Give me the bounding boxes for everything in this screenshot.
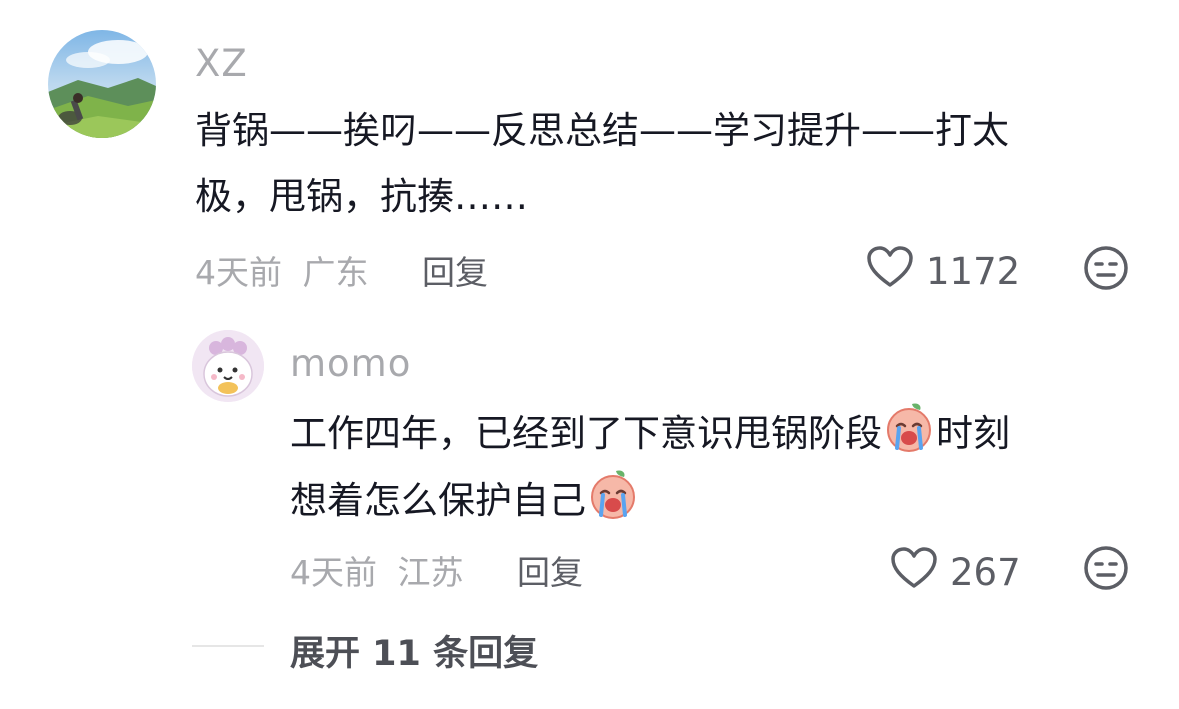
crying-peach-emoji [586, 467, 640, 521]
comment-text-line: 极，甩锅，抗揍…… [195, 175, 528, 218]
reply-text-part: 时刻 [936, 412, 1010, 455]
neutral-face-icon[interactable] [1083, 245, 1129, 295]
comment-text: 背锅——挨叼——反思总结——学习提升——打太 极，甩锅，抗揍…… [195, 98, 1115, 230]
neutral-face-icon[interactable] [1083, 545, 1129, 595]
reply-text-line: 想着怎么保护自己 [290, 467, 1150, 534]
like-button[interactable]: 267 [890, 546, 1021, 599]
expand-replies-button[interactable]: 展开 11 条回复 [290, 625, 538, 676]
comment-meta: 4天前 广东 [195, 246, 369, 294]
reply-location: 江苏 [397, 553, 464, 592]
like-count: 267 [950, 551, 1021, 594]
reply-text: 工作四年，已经到了下意识甩锅阶段 时刻 想着怎么保护自己 [290, 400, 1150, 534]
reply-text-part: 工作四年，已经到了下意识甩锅阶段 [290, 412, 882, 455]
reply-button[interactable]: 回复 [422, 246, 488, 294]
comment-text-line: 背锅——挨叼——反思总结——学习提升——打太 [195, 109, 1009, 152]
like-count: 1172 [926, 250, 1021, 293]
reply-time: 4天前 [290, 553, 377, 592]
crying-peach-emoji [882, 400, 936, 454]
reply-text-line: 工作四年，已经到了下意识甩锅阶段 时刻 [290, 400, 1150, 467]
divider [192, 645, 264, 647]
avatar[interactable] [48, 30, 156, 138]
reply-button[interactable]: 回复 [517, 546, 583, 594]
heart-outline-icon [866, 245, 926, 298]
reply-meta: 4天前 江苏 [290, 546, 464, 594]
heart-outline-icon [890, 546, 950, 599]
reply-username[interactable]: momo [290, 342, 411, 385]
comment-time: 4天前 [195, 253, 282, 292]
comment-location: 广东 [302, 253, 369, 292]
comment-username[interactable]: XZ [195, 42, 248, 85]
reply-text-part: 想着怎么保护自己 [290, 479, 586, 522]
avatar[interactable] [192, 330, 264, 402]
like-button[interactable]: 1172 [866, 245, 1020, 298]
